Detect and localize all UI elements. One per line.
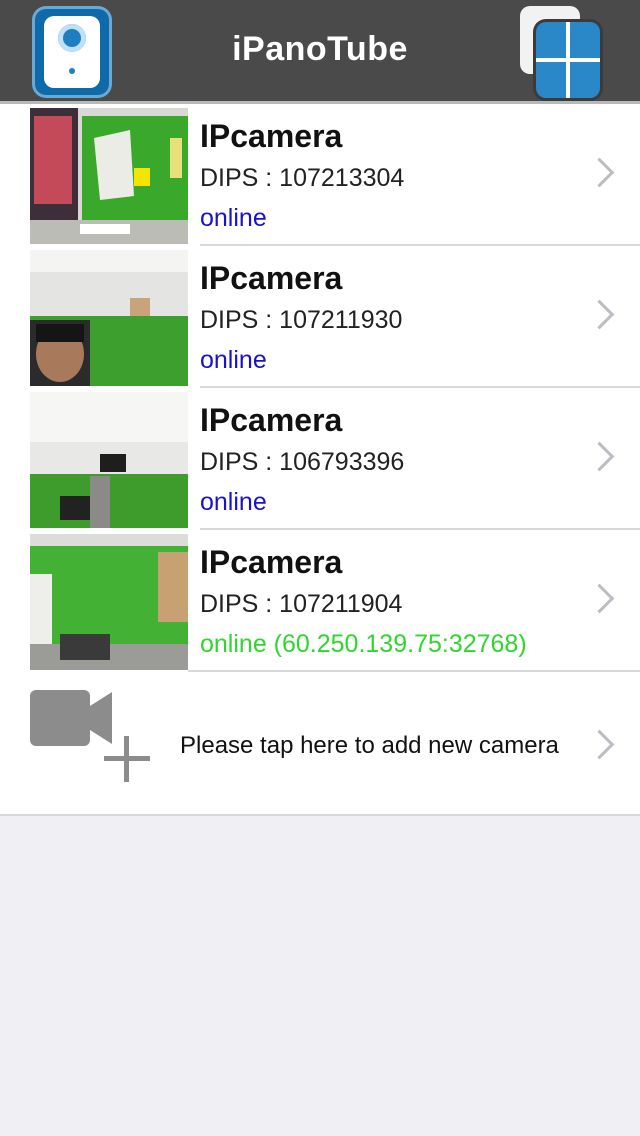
camera-name: IPcamera (200, 402, 343, 438)
camera-status: online (200, 204, 267, 232)
camera-name: IPcamera (200, 260, 343, 296)
camera-row[interactable]: IPcamera DIPS : 107211904 online (60.250… (0, 530, 640, 672)
camera-status: online (200, 346, 267, 374)
chevron-right-icon (584, 157, 615, 188)
camera-id: DIPS : 107211904 (200, 590, 403, 618)
grid-view-button[interactable] (518, 4, 604, 100)
row-divider (188, 670, 640, 672)
camera-status: online (200, 488, 267, 516)
grid-view-icon (536, 22, 600, 98)
add-camera-icon (30, 690, 154, 800)
camera-thumbnail (30, 392, 188, 528)
camera-name: IPcamera (200, 118, 343, 154)
camera-id: DIPS : 107213304 (200, 164, 405, 192)
chevron-right-icon (584, 583, 615, 614)
camera-row[interactable]: IPcamera DIPS : 107211930 online (0, 246, 640, 388)
navigation-bar: iPanoTube (0, 0, 640, 104)
camera-thumbnail (30, 108, 188, 244)
chevron-right-icon (584, 299, 615, 330)
camera-thumbnail (30, 534, 188, 670)
camera-row[interactable]: IPcamera DIPS : 106793396 online (0, 388, 640, 530)
camera-list: IPcamera DIPS : 107213304 online IPcamer… (0, 104, 640, 816)
chevron-right-icon (584, 729, 615, 760)
camera-id: DIPS : 107211930 (200, 306, 403, 334)
camera-thumbnail (30, 250, 188, 386)
add-camera-label: Please tap here to add new camera (180, 732, 559, 759)
chevron-right-icon (584, 441, 615, 472)
camera-id: DIPS : 106793396 (200, 448, 405, 476)
camera-row[interactable]: IPcamera DIPS : 107213304 online (0, 104, 640, 246)
camera-name: IPcamera (200, 544, 343, 580)
camera-status: online (60.250.139.75:32768) (200, 630, 527, 658)
add-camera-row[interactable]: Please tap here to add new camera (0, 674, 640, 814)
